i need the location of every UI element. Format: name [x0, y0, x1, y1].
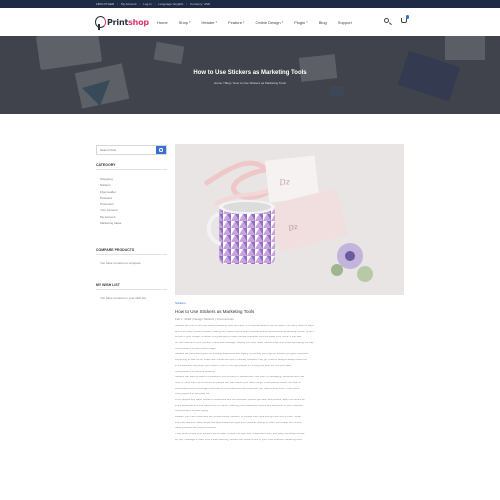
post-paragraph: Using stickers in everyday life: [175, 393, 210, 396]
compare-widget-title: Compare Products: [96, 248, 135, 252]
phone-number: 1800-OTHER: [96, 2, 115, 6]
post-body: Stickers are one of the most useful mark…: [175, 325, 404, 441]
wishlist-widget-title: My Wish List: [96, 283, 120, 287]
logo-text-suffix: shop: [128, 17, 149, 27]
chevron-down-icon: ▾: [306, 20, 308, 24]
post-title[interactable]: How to Use Stickers as Marketing Tools: [175, 309, 254, 314]
my-account-link[interactable]: My Account: [121, 2, 137, 6]
site-logo[interactable]: Printshop: [95, 15, 149, 30]
post-paragraph: Stickers can also be used to introduce a…: [175, 376, 305, 379]
nav-item-blog[interactable]: Blog: [319, 20, 327, 25]
page-title: How to Use Stickers as Marketing Tools: [193, 70, 307, 76]
category-item[interactable]: My Account: [100, 215, 121, 219]
post-paragraph: From laptops and water bottles to notebo…: [175, 398, 305, 401]
category-widget-title: Category: [96, 163, 116, 167]
breadcrumb-blog[interactable]: Blog: [225, 81, 231, 85]
post-meta: Feb 1, 2018 | Design Stickers | 0 Commen…: [175, 317, 234, 321]
top-bar-links: 1800-OTHER | My Account | Log In | Langu…: [96, 2, 211, 6]
post-paragraph: Stickers are particularly good for build…: [175, 353, 309, 356]
compare-empty-text: You have no items to compare.: [100, 261, 142, 265]
post-paragraph: conversation and encourage customers to …: [175, 387, 300, 390]
post-category-label[interactable]: Stickers: [175, 301, 186, 305]
post-paragraph: Think about where your stickers will be …: [175, 433, 305, 436]
post-paragraph: a tiny advertisement that travels with i…: [175, 404, 304, 407]
post-paragraph: something to take home, share with frien…: [175, 359, 307, 362]
cart-count-badge: [405, 15, 409, 19]
search-input[interactable]: [97, 146, 156, 154]
post-paragraph: outs, or hand them out at events so peop…: [175, 381, 301, 384]
post-paragraph: Using stickers to build loyalty: [175, 410, 209, 413]
wishlist-empty-text: You have no items in your wish list.: [100, 296, 147, 300]
post-paragraph: Reward your best customers with limited …: [175, 416, 301, 418]
top-bar: 1800-OTHER | My Account | Log In | Langu…: [0, 0, 500, 8]
language-select[interactable]: Language: English: [158, 2, 183, 6]
svg-text:Dz: Dz: [278, 177, 291, 187]
category-item[interactable]: Promotion: [100, 203, 121, 206]
post-paragraph: Getting started with custom stickers: [175, 427, 216, 430]
search-icon[interactable]: [384, 18, 389, 23]
mug-and-ribbon-photo: Dz Dz: [175, 144, 404, 295]
chevron-down-icon: ▾: [189, 20, 191, 24]
category-item[interactable]: Postcard: [100, 196, 121, 200]
category-item[interactable]: Shopping: [100, 178, 121, 181]
nav-item-support[interactable]: Support: [338, 20, 352, 25]
post-featured-image: Dz Dz: [175, 144, 404, 295]
post-paragraph: fun and interest to your product, brand …: [175, 342, 315, 345]
search-button[interactable]: [156, 146, 166, 154]
post-paragraph: surprises like this make people feel app…: [175, 421, 303, 424]
category-item[interactable]: Flyer-leaflet: [100, 190, 121, 194]
divider: [96, 254, 167, 255]
post-paragraph: Using stickers to push brand image: [175, 347, 216, 350]
nav-item-shop[interactable]: Shop ▾: [179, 20, 191, 25]
nav-item-home[interactable]: Home: [157, 20, 168, 25]
post-paragraph: Stickers are one of the most useful mark…: [175, 325, 314, 327]
logo-mark-icon: [95, 16, 106, 30]
post-paragraph: and in so many different places, making …: [175, 330, 315, 333]
main-nav: Home Shop ▾ Header ▾ Feature ▾ Online Desig…: [157, 8, 352, 36]
category-list: Shopping Stickers Flyer-leaflet Postcard…: [100, 178, 121, 225]
category-item[interactable]: Your Account: [100, 209, 121, 212]
chevron-down-icon: ▾: [242, 20, 245, 24]
search-icon: [159, 148, 163, 152]
category-item[interactable]: Marketing Ideas: [100, 222, 121, 225]
divider: [96, 289, 167, 290]
post-paragraph: in a crowd and help keep your brand in f…: [175, 364, 292, 367]
nav-item-plugin[interactable]: Plugin ▾: [294, 20, 308, 25]
chevron-down-icon: ▾: [215, 20, 218, 24]
cart-icon[interactable]: [401, 15, 409, 23]
post-paragraph: Using stickers to promote products: [175, 370, 215, 373]
nav-item-online-design[interactable]: Online Design ▾: [255, 20, 283, 25]
site-header: Printshop Home Shop ▾ Header ▾ Feature ▾ On…: [0, 8, 500, 36]
header-icons: [384, 15, 409, 23]
divider: [96, 169, 167, 170]
breadcrumb-current: How to Use Stickers as Marketing Tools: [233, 81, 286, 85]
page-hero: How to Use Stickers as Marketing Tools H…: [0, 36, 500, 114]
currency-select[interactable]: Currency: USD: [190, 2, 210, 6]
nav-item-feature[interactable]: Feature ▾: [228, 20, 244, 25]
category-item[interactable]: Stickers: [100, 184, 121, 187]
chevron-down-icon: ▾: [281, 20, 284, 24]
breadcrumb: Home / Blog / How to Use Stickers as Mar…: [214, 81, 286, 85]
sidebar-search: [96, 145, 167, 155]
logo-text-prefix: Print: [107, 17, 129, 27]
post-paragraph: comes to your budget, a sticker is a gre…: [175, 336, 302, 339]
post-paragraph: so your message is clear. With a little …: [175, 438, 303, 441]
breadcrumb-home[interactable]: Home: [214, 81, 222, 85]
nav-item-header[interactable]: Header ▾: [202, 20, 218, 25]
login-link[interactable]: Log In: [143, 2, 151, 6]
